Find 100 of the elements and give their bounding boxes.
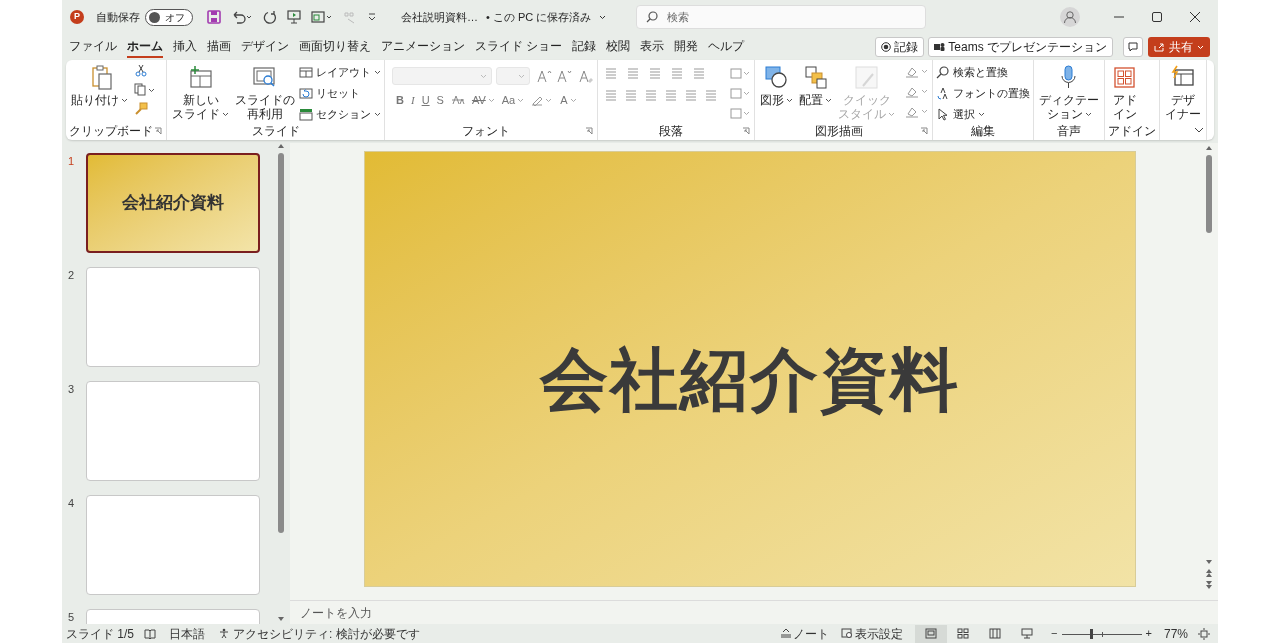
collapse-ribbon-icon[interactable]: [1194, 127, 1204, 134]
teams-present-button[interactable]: Teams でプレゼンテーション: [928, 37, 1113, 57]
ribbon-button[interactable]: ディクテー ション: [1037, 63, 1101, 121]
ribbon-button[interactable]: デザ イナー: [1163, 63, 1203, 121]
next-slide-icon[interactable]: [1205, 580, 1213, 590]
close-icon[interactable]: [1189, 11, 1201, 23]
scrollbar-thumb[interactable]: [278, 153, 284, 533]
line-spacing-icon[interactable]: [691, 67, 707, 80]
smartart-icon[interactable]: [729, 107, 751, 120]
format-button[interactable]: Aa: [501, 92, 525, 109]
bullets-icon[interactable]: [603, 67, 619, 80]
ribbon-tab[interactable]: 開発: [669, 35, 704, 59]
dialog-launcher-icon[interactable]: [154, 127, 162, 135]
slide-thumbnail[interactable]: [86, 495, 260, 595]
fit-slide-icon[interactable]: [1198, 627, 1210, 640]
slide-thumbnail[interactable]: [86, 267, 260, 367]
ribbon-tab[interactable]: ヘルプ: [703, 35, 750, 59]
align-right-icon[interactable]: [643, 89, 657, 102]
shape-effects-icon[interactable]: [905, 105, 929, 118]
language-indicator[interactable]: 日本語: [169, 624, 205, 643]
format-button[interactable]: A: [560, 92, 577, 109]
spellcheck-book-icon[interactable]: [144, 628, 156, 639]
zoom-out-button[interactable]: −: [1051, 625, 1058, 642]
search-field[interactable]: 検索: [636, 5, 927, 29]
ribbon-button[interactable]: 配置: [797, 63, 834, 107]
zoom-slider[interactable]: [1061, 627, 1142, 640]
ribbon-tab[interactable]: デザイン: [236, 35, 294, 59]
font-name-field[interactable]: [392, 67, 492, 85]
format-button[interactable]: AV: [471, 92, 495, 109]
format-button[interactable]: U: [421, 92, 430, 109]
dialog-launcher-icon[interactable]: [920, 127, 928, 135]
text-direction-icon[interactable]: [729, 67, 751, 80]
ribbon-button[interactable]: リセット: [299, 85, 381, 101]
ribbon-button[interactable]: フォントの置換: [936, 85, 1030, 101]
dialog-launcher-icon[interactable]: [585, 127, 593, 135]
align-text-icon[interactable]: [729, 87, 751, 100]
shrink-font-icon[interactable]: [556, 69, 572, 83]
zoom-in-button[interactable]: +: [1145, 625, 1152, 642]
numbering-icon[interactable]: [625, 67, 641, 80]
font-size-field[interactable]: [496, 67, 530, 85]
previous-slide-icon[interactable]: [1205, 568, 1213, 578]
ribbon-button[interactable]: アド イン: [1108, 63, 1142, 121]
accessibility-button[interactable]: アクセシビリティ: 検討が必要です: [219, 624, 420, 643]
slide-thumbnail[interactable]: [86, 381, 260, 481]
ribbon-button[interactable]: 図形: [758, 63, 795, 107]
autosave-toggle[interactable]: オフ: [145, 8, 193, 26]
copy-icon[interactable]: [134, 83, 156, 96]
decrease-indent-icon[interactable]: [647, 67, 663, 80]
ribbon-tab[interactable]: ホーム: [122, 35, 168, 59]
ribbon-button[interactable]: 貼り付け: [69, 63, 130, 107]
ribbon-button[interactable]: セクション: [299, 106, 381, 122]
notes-button[interactable]: ノート: [780, 624, 830, 643]
scroll-down-icon[interactable]: [1205, 559, 1213, 565]
shape-fill-icon[interactable]: [905, 65, 929, 78]
scroll-up-icon[interactable]: [1205, 145, 1213, 151]
grow-font-icon[interactable]: [536, 69, 552, 83]
save-icon[interactable]: [207, 10, 221, 24]
slide-layout-icon[interactable]: [311, 10, 333, 24]
ribbon-tab[interactable]: 描画: [202, 35, 236, 59]
ribbon-button[interactable]: 検索と置換: [936, 64, 1030, 80]
ribbon-tab[interactable]: 記録: [567, 35, 602, 59]
record-button[interactable]: 記録: [875, 37, 925, 57]
align-center-icon[interactable]: [623, 89, 637, 102]
format-button[interactable]: S: [436, 92, 444, 109]
columns-icon[interactable]: [703, 89, 717, 102]
zoom-slider-thumb[interactable]: [1090, 628, 1094, 639]
display-settings-button[interactable]: 表示設定: [841, 624, 904, 643]
maximize-icon[interactable]: [1151, 11, 1163, 23]
share-button[interactable]: 共有: [1148, 37, 1210, 57]
slide-thumbnail[interactable]: 会社紹介資料: [86, 153, 260, 253]
zoom-level[interactable]: 77%: [1163, 624, 1188, 643]
presenter-icon[interactable]: [287, 10, 301, 24]
highlighter-icon[interactable]: [531, 94, 554, 107]
format-button[interactable]: I: [410, 92, 415, 109]
shape-outline-icon[interactable]: [905, 85, 929, 98]
strikethrough-icon[interactable]: [450, 94, 465, 107]
format-painter-icon[interactable]: [134, 102, 148, 115]
ribbon-button[interactable]: スライドの 再利用: [233, 63, 297, 121]
ribbon-tab[interactable]: 挿入: [168, 35, 202, 59]
notes-field[interactable]: ノートを入力: [290, 601, 1218, 624]
scissors-icon[interactable]: [134, 64, 148, 77]
redo-icon[interactable]: [263, 10, 277, 24]
ribbon-tab[interactable]: 画面切り替え: [294, 35, 376, 59]
scroll-down-icon[interactable]: [277, 616, 285, 622]
scrollbar-thumb[interactable]: [1206, 155, 1212, 233]
ribbon-button[interactable]: 新しい スライド: [170, 63, 231, 121]
scroll-up-icon[interactable]: [277, 143, 285, 149]
ribbon-button[interactable]: 選択: [936, 106, 1030, 122]
align-left-icon[interactable]: [603, 89, 617, 102]
document-title-button[interactable]: 会社説明資料… • この PC に保存済み: [401, 8, 607, 26]
clear-formatting-icon[interactable]: [578, 69, 594, 83]
dialog-launcher-icon[interactable]: [742, 127, 750, 135]
undo-icon[interactable]: [231, 10, 253, 24]
format-button[interactable]: B: [396, 92, 404, 109]
slide-title[interactable]: 会社紹介資料: [540, 328, 960, 430]
justify-icon[interactable]: [663, 89, 677, 102]
ribbon-tab[interactable]: ファイル: [64, 35, 122, 59]
account-avatar-icon[interactable]: [1060, 7, 1080, 27]
ribbon-tab[interactable]: 校閲: [601, 35, 636, 59]
ribbon-button[interactable]: レイアウト: [299, 64, 381, 80]
